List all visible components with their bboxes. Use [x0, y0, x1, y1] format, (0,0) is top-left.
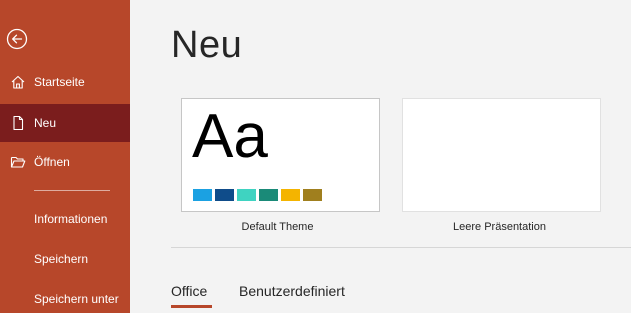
sidebar-divider — [34, 190, 110, 191]
active-tab-indicator — [171, 305, 212, 308]
home-icon — [10, 74, 26, 90]
folder-open-icon — [10, 154, 26, 170]
template-label: Default Theme — [241, 221, 314, 233]
nav-item-speichern-unter[interactable]: Speichern unter — [0, 280, 130, 313]
back-button[interactable] — [6, 28, 28, 50]
nav-item-startseite[interactable]: Startseite — [0, 63, 130, 101]
nav-item-label: Speichern unter — [34, 292, 119, 306]
section-divider — [171, 247, 631, 248]
nav-item-speichern[interactable]: Speichern — [0, 240, 130, 278]
back-arrow-icon — [6, 28, 28, 50]
tab-benutzerdefiniert[interactable]: Benutzerdefiniert — [239, 283, 345, 299]
color-swatch — [259, 189, 278, 201]
theme-color-swatches — [193, 189, 325, 201]
nav-item-label: Informationen — [34, 212, 108, 226]
color-swatch — [193, 189, 212, 201]
color-swatch — [281, 189, 300, 201]
nav-item-label: Neu — [34, 116, 57, 130]
template-card-blank-presentation[interactable] — [402, 98, 601, 212]
app-window: Startseite Neu Öffnen Informationen Spei — [0, 0, 631, 313]
backstage-sidebar: Startseite Neu Öffnen Informationen Spei — [0, 0, 130, 313]
tab-office[interactable]: Office — [171, 283, 207, 299]
template-label: Leere Präsentation — [453, 221, 546, 233]
color-swatch — [237, 189, 256, 201]
main-panel: Neu Aa Default Theme Leere Präsentation … — [130, 0, 631, 313]
nav-item-label: Speichern — [34, 252, 89, 266]
new-document-icon — [10, 115, 26, 131]
page-title: Neu — [171, 24, 243, 66]
nav-item-label: Öffnen — [34, 155, 70, 169]
color-swatch — [303, 189, 322, 201]
nav-item-neu[interactable]: Neu — [0, 104, 130, 142]
color-swatch — [215, 189, 234, 201]
template-card-default-theme[interactable]: Aa — [181, 98, 380, 212]
nav-item-label: Startseite — [34, 75, 85, 89]
template-preview-text: Aa — [192, 102, 268, 171]
nav-item-oeffnen[interactable]: Öffnen — [0, 143, 130, 181]
nav-item-informationen[interactable]: Informationen — [0, 200, 130, 238]
